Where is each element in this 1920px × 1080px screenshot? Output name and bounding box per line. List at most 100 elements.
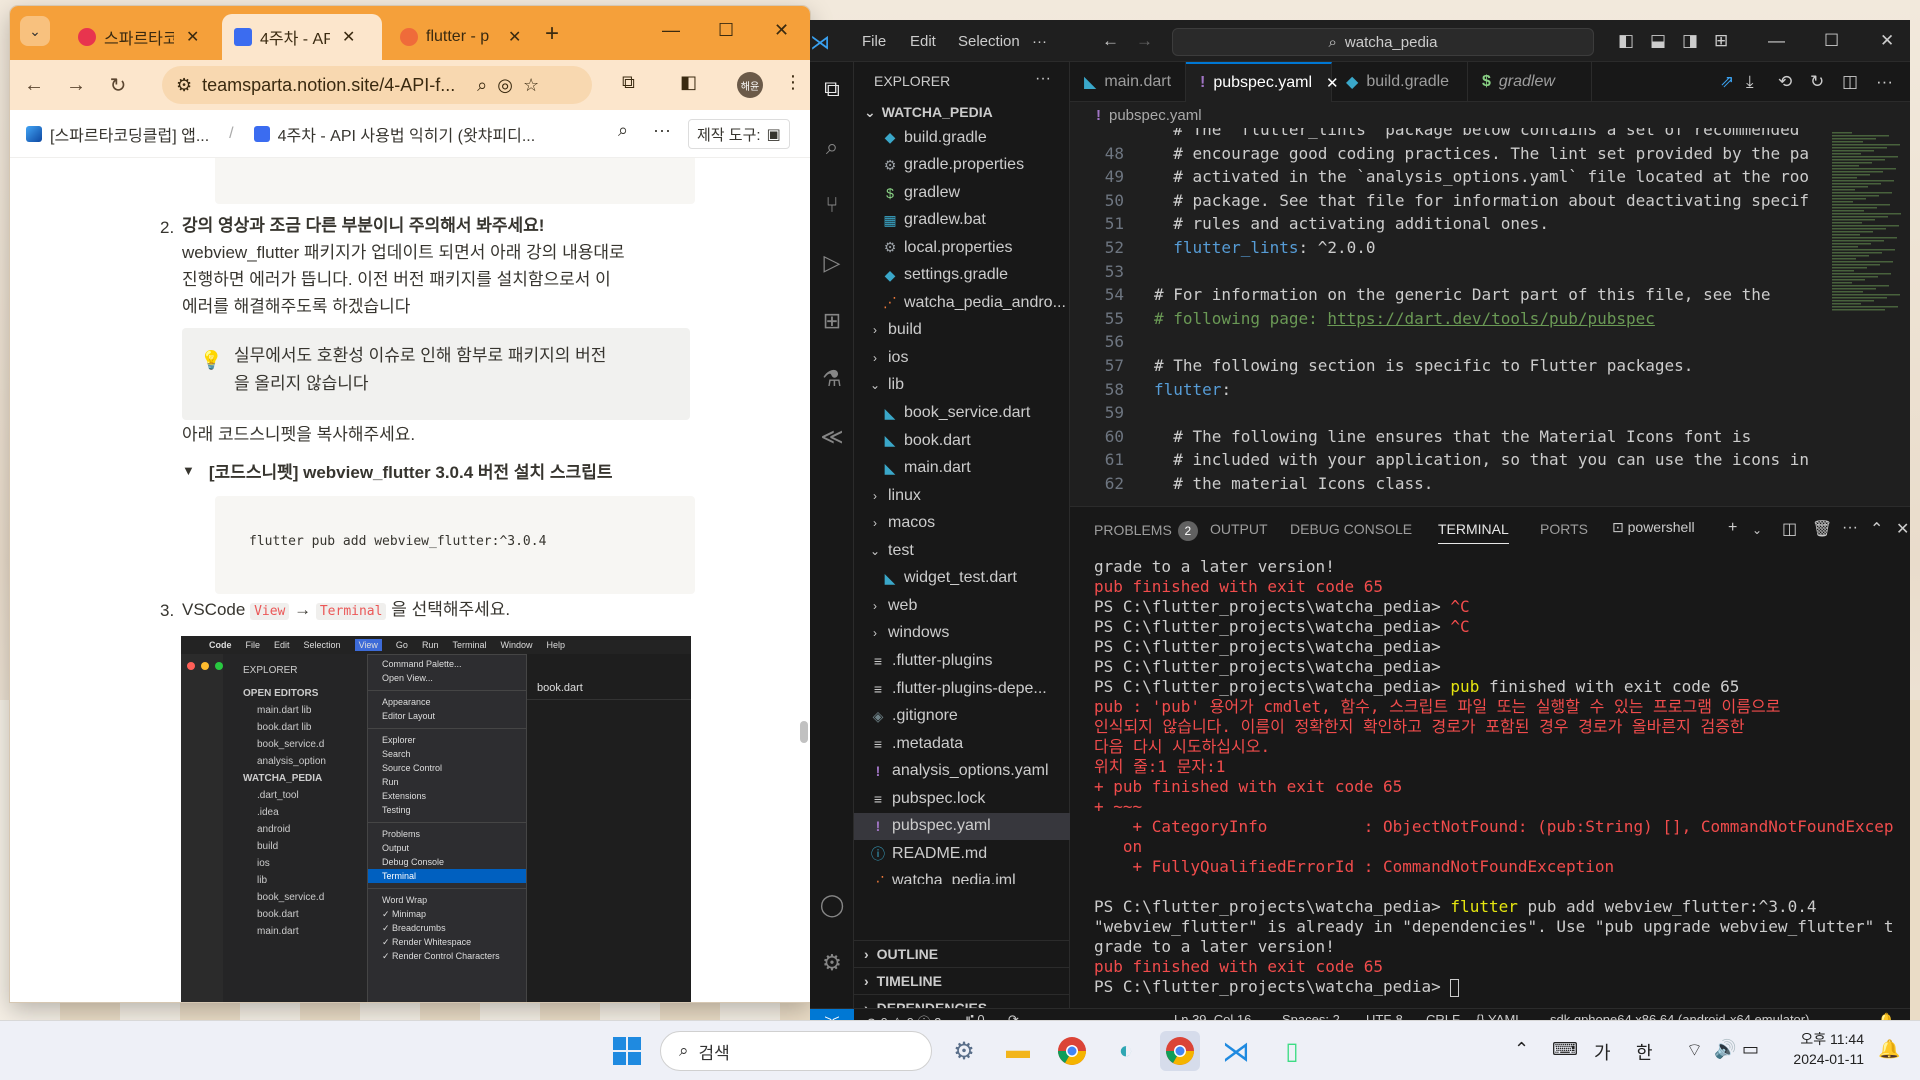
tree-item[interactable]: ⋰ watcha_pedia.iml [854,868,1070,884]
minimize-icon[interactable]: — [1768,31,1785,51]
chrome-tab-2[interactable]: 4주차 - API ✕ [222,14,382,60]
close-window-icon[interactable]: ✕ [774,20,789,41]
toggle-panel-icon[interactable]: ⬓ [1650,31,1666,51]
chrome-tab-3[interactable]: flutter - p ✕ [388,14,533,60]
windows-start-icon[interactable] [607,1031,647,1071]
run-debug-icon[interactable]: ▷ [819,250,845,276]
back-icon[interactable]: ← [20,74,48,97]
volume-icon[interactable]: 🔊 [1714,1039,1736,1060]
toggle-triangle-icon[interactable]: ▼ [182,463,195,478]
tree-item[interactable]: › web [854,592,1070,619]
extensions-icon[interactable]: ⧉ [622,72,635,93]
breadcrumb-parent[interactable]: [스파르타코딩클럽] 앱... [50,122,209,146]
battery-icon[interactable]: ▭ [1742,1039,1759,1060]
tree-item[interactable]: ◣ widget_test.dart [854,565,1070,592]
explorer-icon[interactable]: ⧉ [819,76,845,102]
chrome-menu-icon[interactable]: ⋮ [784,72,802,93]
source-control-icon[interactable]: ⑂ [819,192,845,218]
reload-icon[interactable]: ↻ [104,73,132,98]
tree-item[interactable]: ◈ .gitignore [854,703,1070,730]
command-center-search[interactable]: ⌕ watcha_pedia [1172,28,1594,56]
tree-item[interactable]: ⌄ test [854,537,1070,564]
more-actions-icon[interactable]: ··· [1035,70,1051,88]
tree-item[interactable]: ⓘ README.md [854,840,1070,867]
tree-item[interactable]: ▦ gradlew.bat [854,207,1070,234]
more-actions-icon[interactable]: ··· [1842,519,1858,537]
chrome-app-active-icon[interactable] [1160,1031,1200,1071]
code-editor[interactable]: # The "flutter_lints" package below cont… [1070,128,1910,504]
tab-output[interactable]: OUTPUT [1210,521,1268,537]
tree-item[interactable]: ! pubspec.yaml [854,812,1070,840]
tree-item[interactable]: › windows [854,620,1070,647]
tree-item[interactable]: › macos [854,510,1070,537]
terminal-shell-selector[interactable]: ⊡ powershell [1612,519,1695,536]
site-info-icon[interactable]: ⚙ [176,75,192,96]
terminal-dropdown-icon[interactable]: ⌄ [1752,523,1762,537]
tree-item[interactable]: ≡ .metadata [854,730,1070,757]
terminal-output[interactable]: grade to a later version! pub finished wi… [1094,557,1894,1007]
upgrade-packages-icon[interactable]: ⟲ [1778,72,1792,92]
scrollbar-thumb[interactable] [800,721,808,743]
get-packages-icon[interactable]: ⤓ [1746,72,1754,92]
menu-selection[interactable]: Selection [958,33,1020,50]
tree-item[interactable]: ⚙ gradle.properties [854,152,1070,179]
flutter-action-icon[interactable]: ⇗ [1720,72,1734,92]
close-window-icon[interactable]: ✕ [1880,31,1894,51]
code-snippet-block[interactable]: flutter pub add webview_flutter:^3.0.4 [215,496,695,594]
toggle-secondary-sidebar-icon[interactable]: ◨ [1682,31,1698,51]
wifi-icon[interactable]: ⌔ [1686,1039,1703,1062]
tree-item[interactable]: ⌄ lib [854,372,1070,399]
refresh-icon[interactable]: ↻ [1810,72,1824,92]
toggle-block[interactable]: ▼ [코드스니펫] webview_flutter 3.0.4 버전 설치 스크… [182,458,612,483]
tree-item[interactable]: ≡ pubspec.lock [854,785,1070,812]
notification-bell-icon[interactable]: 🔔 [1878,1039,1900,1060]
menu-more[interactable]: ··· [1032,33,1047,50]
extensions-icon[interactable]: ⊞ [819,308,845,334]
page-scrollbar[interactable] [800,161,808,761]
tree-item[interactable]: › build [854,317,1070,344]
system-clock[interactable]: 오후 11:44 2024-01-11 [1784,1029,1864,1069]
tree-item[interactable]: ◆ build.gradle [854,124,1070,151]
split-editor-icon[interactable]: ◫ [1842,72,1858,92]
tree-item[interactable]: ◣ book_service.dart [854,400,1070,427]
more-options-icon[interactable]: ··· [653,120,671,141]
timeline-section[interactable]: › TIMELINE [854,967,1070,994]
side-panel-icon[interactable]: ◧ [680,72,697,93]
android-emulator-icon[interactable]: ▯ [1272,1031,1312,1071]
tree-item[interactable]: $ gradlew [854,179,1070,206]
minimize-icon[interactable]: — [662,20,680,41]
tab-problems[interactable]: PROBLEMS 2 [1094,521,1198,541]
search-icon[interactable]: ⌕ [618,120,628,141]
eye-off-icon[interactable]: ◎ [497,75,513,96]
tree-item[interactable]: ◣ book.dart [854,427,1070,454]
tray-overflow-icon[interactable]: ⌃ [1514,1039,1529,1060]
tree-item[interactable]: ≡ .flutter-plugins-depe... [854,675,1070,702]
forward-icon[interactable]: → [62,74,90,97]
tree-item[interactable]: ◣ main.dart [854,455,1070,482]
toggle-sidebar-icon[interactable]: ◧ [1618,31,1634,51]
menu-file[interactable]: File [862,33,886,50]
accounts-icon[interactable]: ◯ [819,892,845,918]
ime-hangul[interactable]: 가 [1594,1039,1611,1065]
tree-item[interactable]: ≡ .flutter-plugins [854,647,1070,674]
tab-debug-console[interactable]: DEBUG CONSOLE [1290,521,1412,537]
address-bar[interactable]: ⚙ teamsparta.notion.site/4-API-f... ⌕ ◎ … [162,66,592,104]
maximize-panel-icon[interactable]: ⌃ [1870,519,1883,539]
editor-tab[interactable]: ◣ main.dart [1070,62,1186,102]
flutter-icon[interactable]: ≪ [819,424,845,450]
minimap[interactable] [1828,128,1904,328]
split-terminal-icon[interactable]: ◫ [1782,519,1797,539]
chrome-tab-1[interactable]: 스파르타코 ✕ [66,14,211,60]
close-tab-icon[interactable]: ✕ [508,27,521,47]
breadcrumb-current[interactable]: 4주차 - API 사용법 익히기 (왓챠피디... [278,122,536,146]
tab-search-dropdown-icon[interactable]: ⌄ [20,16,50,46]
tab-terminal[interactable]: TERMINAL [1438,521,1509,544]
testing-icon[interactable]: ⚗ [819,366,845,392]
customize-layout-icon[interactable]: ⊞ [1714,31,1728,51]
tree-item[interactable]: › linux [854,482,1070,509]
tree-item[interactable]: ! analysis_options.yaml [854,758,1070,785]
editor-tab[interactable]: $ gradlew [1468,62,1592,102]
close-panel-icon[interactable]: ✕ [1896,519,1909,539]
maximize-icon[interactable]: ☐ [1824,31,1839,51]
new-terminal-icon[interactable]: + [1728,519,1737,537]
